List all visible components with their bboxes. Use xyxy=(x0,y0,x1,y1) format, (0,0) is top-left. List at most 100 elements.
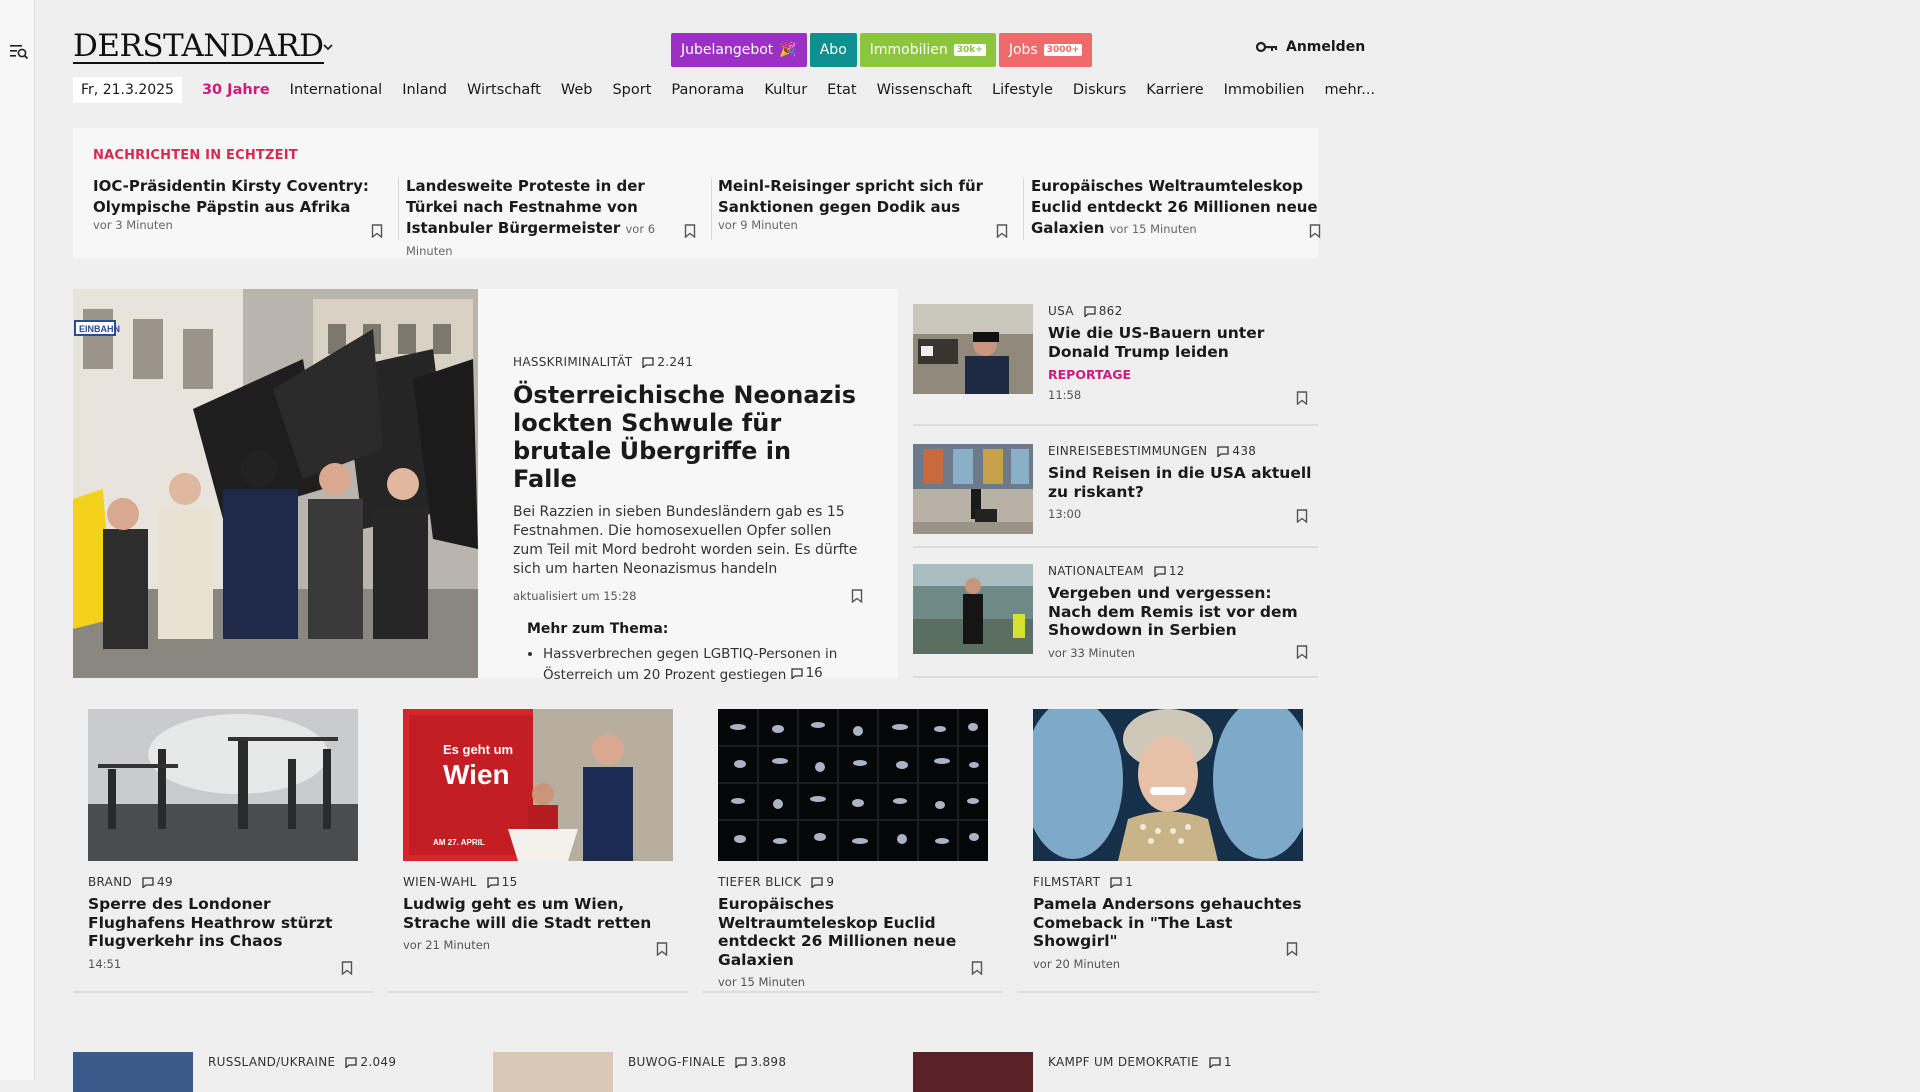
card-title[interactable]: Sperre des Londoner Flughafens Heathrow … xyxy=(88,895,363,951)
article-card[interactable]: TIEFER BLICK 9 Europäisches Weltraumtele… xyxy=(703,709,1003,993)
divider xyxy=(1018,991,1318,993)
comment-count[interactable]: 2.049 xyxy=(345,1055,396,1069)
bookmark-icon[interactable] xyxy=(1296,645,1308,659)
nav-item-web[interactable]: Web xyxy=(561,82,593,98)
nav-item-mehr[interactable]: mehr... xyxy=(1324,82,1375,98)
comment-count-value: 16 xyxy=(805,665,823,681)
nav-item-30-jahre[interactable]: 30 Jahre xyxy=(202,82,270,98)
teaser-item[interactable]: USA 862 Wie die US-Bauern unter Donald T… xyxy=(913,289,1318,427)
comment-count[interactable]: 12 xyxy=(1154,564,1185,578)
teaser-image[interactable] xyxy=(913,1052,1033,1092)
card-title[interactable]: Ludwig geht es um Wien, Strache will die… xyxy=(403,895,678,932)
lead-story-image[interactable]: EINBAHN xyxy=(73,289,478,678)
bookmark-icon[interactable] xyxy=(851,589,863,603)
nav-item-diskurs[interactable]: Diskurs xyxy=(1073,82,1126,98)
comment-icon xyxy=(1110,876,1122,888)
abo-button[interactable]: Abo xyxy=(809,33,857,67)
showgirl-photo-illustration xyxy=(1033,709,1303,861)
nav-item-panorama[interactable]: Panorama xyxy=(671,82,744,98)
nav-item-inland[interactable]: Inland xyxy=(402,82,447,98)
card-image[interactable]: Es geht um Wien AM 27. APRIL xyxy=(403,709,673,861)
nav-item-kultur[interactable]: Kultur xyxy=(764,82,807,98)
teaser-image[interactable] xyxy=(913,444,1033,534)
nav-item-international[interactable]: International xyxy=(290,82,383,98)
jobs-button[interactable]: Jobs 3000+ xyxy=(998,33,1093,67)
site-logo[interactable]: DERSTANDARD xyxy=(73,30,324,64)
comment-count[interactable]: 862 xyxy=(1084,304,1123,318)
comment-count-value: 15 xyxy=(501,875,518,889)
article-card[interactable]: Es geht um Wien AM 27. APRIL WIEN-WAHL 1… xyxy=(388,709,688,993)
article-card[interactable]: BRAND 49 Sperre des Londoner Flughafens … xyxy=(73,709,373,993)
teaser-image[interactable] xyxy=(73,1052,193,1092)
bookmark-icon[interactable] xyxy=(341,961,353,975)
reportage-label: REPORTAGE xyxy=(1048,367,1132,382)
card-image[interactable] xyxy=(88,709,358,861)
bookmark-icon[interactable] xyxy=(1286,942,1298,956)
bookmark-icon[interactable] xyxy=(371,224,383,238)
poster-date-text: AM 27. APRIL xyxy=(433,838,485,847)
lead-story[interactable]: EINBAHN HASSKRIMINALITÄT 2.241 Österreic… xyxy=(73,289,898,683)
ticker-item[interactable]: Europäisches Weltraumteleskop Euclid ent… xyxy=(1031,176,1321,238)
bookmark-icon[interactable] xyxy=(996,224,1008,238)
nav-item-sport[interactable]: Sport xyxy=(612,82,651,98)
kicker-label: WIEN-WAHL xyxy=(403,875,477,889)
card-image[interactable] xyxy=(718,709,988,861)
nav-item-wirtschaft[interactable]: Wirtschaft xyxy=(467,82,541,98)
login-button[interactable]: Anmelden xyxy=(1256,39,1365,55)
party-popper-icon: 🎉 xyxy=(779,42,797,58)
teaser-title[interactable]: Sind Reisen in die USA aktuell zu riskan… xyxy=(1048,464,1318,501)
comment-count[interactable]: 49 xyxy=(142,875,173,889)
lead-story-teaser: Bei Razzien in sieben Bundesländern gab … xyxy=(513,504,858,577)
bookmark-icon[interactable] xyxy=(1309,224,1321,238)
jubelangebot-button[interactable]: Jubelangebot 🎉 xyxy=(671,33,807,67)
comment-count[interactable]: 3.898 xyxy=(735,1055,786,1069)
nav-item-wissenschaft[interactable]: Wissenschaft xyxy=(877,82,972,98)
teaser-title[interactable]: Vergeben und vergessen: Nach dem Remis i… xyxy=(1048,584,1318,640)
comment-count[interactable]: 1 xyxy=(1209,1055,1232,1069)
image-sign-text: EINBAHN xyxy=(79,324,120,334)
teaser-title[interactable]: Wie die US-Bauern unter Donald Trump lei… xyxy=(1048,324,1318,361)
bookmark-icon[interactable] xyxy=(1296,509,1308,523)
card-title[interactable]: Pamela Andersons gehauchtes Comeback in … xyxy=(1033,895,1308,951)
divider xyxy=(913,676,1318,678)
nav-item-lifestyle[interactable]: Lifestyle xyxy=(992,82,1053,98)
election-poster-illustration: Es geht um Wien AM 27. APRIL xyxy=(403,709,673,861)
bookmark-icon[interactable] xyxy=(656,942,668,956)
comment-count[interactable]: 1 xyxy=(1110,875,1133,889)
nav-item-karriere[interactable]: Karriere xyxy=(1146,82,1203,98)
lead-story-title[interactable]: Österreichische Neonazis lockten Schwule… xyxy=(513,381,863,493)
card-time: 14:51 xyxy=(88,956,122,971)
ticker-item-title: IOC-Präsidentin Kirsty Coventry: Olympis… xyxy=(93,177,369,216)
bookmark-icon[interactable] xyxy=(1296,391,1308,405)
comment-count[interactable]: 16 xyxy=(790,664,823,683)
teaser-item[interactable]: EINREISEBESTIMMUNGEN 438 Sind Reisen in … xyxy=(913,429,1318,549)
bookmark-icon[interactable] xyxy=(971,961,983,975)
more-on-topic-item[interactable]: Hassverbrechen gegen LGBTIQ-Personen in … xyxy=(543,645,863,685)
lead-photo-illustration: EINBAHN xyxy=(73,289,478,678)
immobilien-button[interactable]: Immobilien 30k+ xyxy=(859,33,996,67)
nav-item-etat[interactable]: Etat xyxy=(827,82,856,98)
kicker-label: NATIONALTEAM xyxy=(1048,564,1144,578)
comment-count[interactable]: 15 xyxy=(486,875,518,889)
card-image[interactable] xyxy=(1033,709,1303,861)
ticker-item[interactable]: Landesweite Proteste in der Türkei nach … xyxy=(406,176,696,258)
teaser-image[interactable] xyxy=(913,304,1033,394)
teaser-image[interactable] xyxy=(493,1052,613,1092)
ticker-item[interactable]: IOC-Präsidentin Kirsty Coventry: Olympis… xyxy=(93,176,383,238)
bookmark-icon[interactable] xyxy=(684,224,696,238)
teaser-image[interactable] xyxy=(913,564,1033,654)
menu-search-icon[interactable] xyxy=(10,44,28,60)
comment-count[interactable]: 438 xyxy=(1217,444,1256,458)
substation-photo-illustration xyxy=(88,709,358,861)
article-kicker: KAMPF UM DEMOKRATIE 1 xyxy=(1048,1055,1232,1069)
article-card[interactable]: FILMSTART 1 Pamela Andersons gehauchtes … xyxy=(1018,709,1318,993)
comment-count[interactable]: 9 xyxy=(811,875,834,889)
comment-count-value: 862 xyxy=(1098,304,1123,318)
card-title[interactable]: Europäisches Weltraumteleskop Euclid ent… xyxy=(718,895,993,969)
comment-icon xyxy=(1217,445,1230,457)
nav-item-immobilien[interactable]: Immobilien xyxy=(1224,82,1305,98)
comment-count[interactable]: 2.241 xyxy=(642,355,693,369)
teaser-item[interactable]: NATIONALTEAM 12 Vergeben und vergessen: … xyxy=(913,549,1318,679)
chevron-down-icon[interactable] xyxy=(321,40,335,54)
ticker-item[interactable]: Meinl-Reisinger spricht sich für Sanktio… xyxy=(718,176,1008,238)
